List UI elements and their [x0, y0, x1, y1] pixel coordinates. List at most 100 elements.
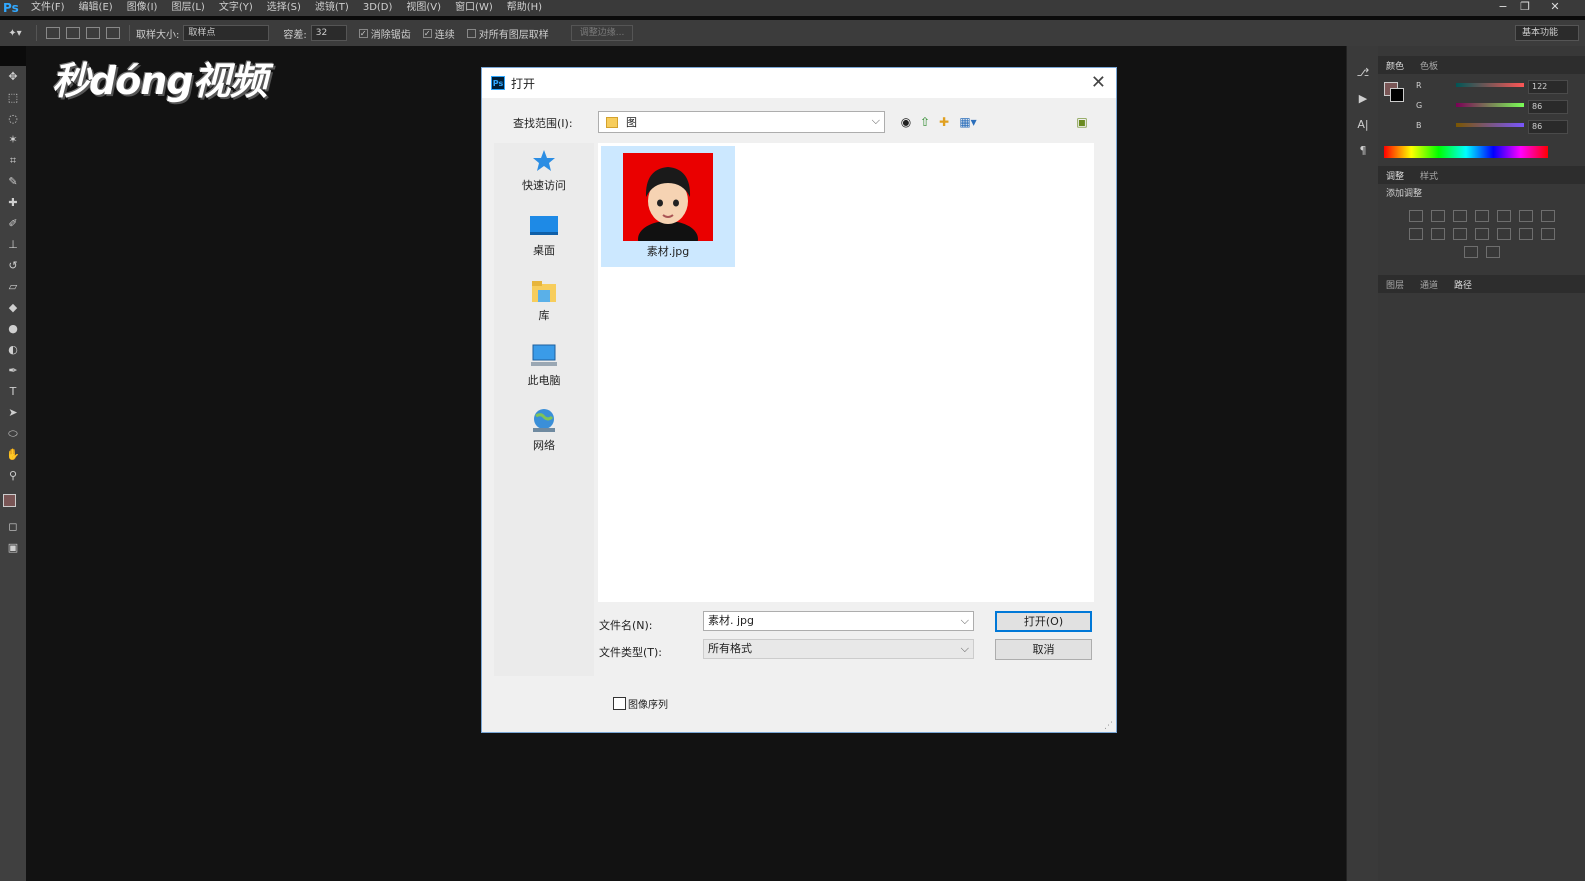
threshold-icon[interactable]: [1540, 228, 1555, 240]
tab-color[interactable]: 颜色: [1378, 59, 1412, 72]
look-in-select[interactable]: 图 ⌵: [598, 111, 885, 133]
tab-layers[interactable]: 图层: [1378, 278, 1412, 291]
mixer-icon[interactable]: [1452, 228, 1467, 240]
camera-raw-icon[interactable]: ▣: [1074, 114, 1090, 130]
tab-channels[interactable]: 通道: [1412, 278, 1446, 291]
chevron-down-icon[interactable]: ⌵: [961, 612, 969, 630]
pen-tool-icon[interactable]: ✒: [0, 360, 26, 381]
blue-slider[interactable]: [1456, 123, 1524, 127]
place-network[interactable]: 网络: [494, 408, 594, 468]
move-tool-icon[interactable]: ✥: [0, 66, 26, 87]
stamp-tool-icon[interactable]: ⊥: [0, 234, 26, 255]
shape-tool-icon[interactable]: ⬭: [0, 423, 26, 444]
marquee-tool-icon[interactable]: ⬚: [0, 87, 26, 108]
add-selection-icon[interactable]: [66, 27, 80, 39]
subtract-selection-icon[interactable]: [86, 27, 100, 39]
contiguous-checkbox[interactable]: ✓ 连续: [422, 26, 455, 41]
view-menu-icon[interactable]: ▦▾: [956, 114, 980, 130]
tab-paths[interactable]: 路径: [1446, 278, 1480, 291]
history-brush-icon[interactable]: ↺: [0, 255, 26, 276]
vibrance-icon[interactable]: [1496, 210, 1511, 222]
posterize-icon[interactable]: [1518, 228, 1533, 240]
place-this-pc[interactable]: 此电脑: [494, 343, 594, 403]
place-desktop[interactable]: 桌面: [494, 213, 594, 273]
menu-view[interactable]: 视图(V): [399, 0, 448, 16]
hue-icon[interactable]: [1518, 210, 1533, 222]
intersect-selection-icon[interactable]: [106, 27, 120, 39]
file-item[interactable]: 素材.jpg: [601, 146, 735, 267]
photo-filter-icon[interactable]: [1430, 228, 1445, 240]
balance-icon[interactable]: [1540, 210, 1555, 222]
place-quick-access[interactable]: 快速访问: [494, 148, 594, 208]
bw-icon[interactable]: [1408, 228, 1423, 240]
restore-icon[interactable]: ❐: [1514, 0, 1536, 16]
red-value[interactable]: 122: [1528, 80, 1568, 94]
screen-mode-icon[interactable]: ▣: [0, 537, 26, 558]
color-spectrum[interactable]: [1384, 146, 1548, 158]
green-slider[interactable]: [1456, 103, 1524, 107]
tab-styles[interactable]: 样式: [1412, 169, 1446, 182]
cancel-button[interactable]: 取消: [995, 639, 1092, 660]
magic-wand-icon[interactable]: ✦▾: [0, 28, 30, 39]
menu-file[interactable]: 文件(F): [24, 0, 72, 16]
tab-adjustments[interactable]: 调整: [1378, 169, 1412, 182]
curves-icon[interactable]: [1452, 210, 1467, 222]
eraser-tool-icon[interactable]: ▱: [0, 276, 26, 297]
color-swatches[interactable]: [0, 486, 26, 516]
lasso-tool-icon[interactable]: ◌: [0, 108, 26, 129]
menu-3d[interactable]: 3D(D): [356, 0, 400, 16]
magic-wand-tool-icon[interactable]: ✶: [0, 129, 26, 150]
tab-swatches[interactable]: 色板: [1412, 59, 1446, 72]
path-select-icon[interactable]: ➤: [0, 402, 26, 423]
new-folder-icon[interactable]: ✚: [936, 114, 952, 130]
back-icon[interactable]: ◉: [898, 114, 914, 130]
character-panel-icon[interactable]: A|: [1347, 112, 1379, 138]
menu-layer[interactable]: 图层(L): [164, 0, 211, 16]
brightness-icon[interactable]: [1408, 210, 1423, 222]
crop-tool-icon[interactable]: ⌗: [0, 150, 26, 171]
blur-tool-icon[interactable]: ●: [0, 318, 26, 339]
history-panel-icon[interactable]: ⎇: [1347, 60, 1379, 86]
zoom-tool-icon[interactable]: ⚲: [0, 465, 26, 486]
open-button[interactable]: 打开(O): [995, 611, 1092, 632]
hand-tool-icon[interactable]: ✋: [0, 444, 26, 465]
resize-grip-icon[interactable]: ⋰: [1104, 721, 1113, 731]
foreground-color-swatch[interactable]: [3, 494, 16, 507]
blue-value[interactable]: 86: [1528, 120, 1568, 134]
sample-all-layers-checkbox[interactable]: 对所有图层取样: [466, 26, 549, 41]
up-folder-icon[interactable]: ⇧: [917, 114, 933, 130]
invert-icon[interactable]: [1496, 228, 1511, 240]
actions-panel-icon[interactable]: ▶: [1347, 86, 1379, 112]
menu-help[interactable]: 帮助(H): [500, 0, 549, 16]
place-library[interactable]: 库: [494, 278, 594, 338]
gradient-map-icon[interactable]: [1463, 246, 1478, 258]
background-color-chip[interactable]: [1390, 88, 1404, 102]
menu-select[interactable]: 选择(S): [260, 0, 308, 16]
refine-edge-button[interactable]: 调整边缘...: [570, 25, 634, 41]
red-slider[interactable]: [1456, 83, 1524, 87]
filename-input[interactable]: 素材. jpg ⌵: [703, 611, 974, 631]
type-tool-icon[interactable]: T: [0, 381, 26, 402]
tolerance-input[interactable]: 32: [310, 25, 347, 41]
image-sequence-checkbox[interactable]: 图像序列: [613, 696, 668, 711]
close-icon[interactable]: ✕: [1091, 72, 1106, 93]
minimize-icon[interactable]: −: [1492, 0, 1514, 16]
dodge-tool-icon[interactable]: ◐: [0, 339, 26, 360]
menu-window[interactable]: 窗口(W): [448, 0, 500, 16]
menu-type[interactable]: 文字(Y): [212, 0, 260, 16]
exposure-icon[interactable]: [1474, 210, 1489, 222]
eyedropper-tool-icon[interactable]: ✎: [0, 171, 26, 192]
sample-size-select[interactable]: 取样点: [183, 25, 270, 41]
quick-mask-icon[interactable]: ◻: [0, 516, 26, 537]
lookup-icon[interactable]: [1474, 228, 1489, 240]
selective-color-icon[interactable]: [1485, 246, 1500, 258]
paragraph-panel-icon[interactable]: ¶: [1347, 138, 1379, 164]
workspace-select[interactable]: 基本功能: [1514, 25, 1579, 41]
new-selection-icon[interactable]: [46, 27, 60, 39]
close-icon[interactable]: ✕: [1544, 0, 1566, 16]
filetype-select[interactable]: 所有格式 ⌵: [703, 639, 974, 659]
brush-tool-icon[interactable]: ✐: [0, 213, 26, 234]
antialias-checkbox[interactable]: ✓ 消除锯齿: [358, 26, 411, 41]
paint-bucket-icon[interactable]: ◆: [0, 297, 26, 318]
green-value[interactable]: 86: [1528, 100, 1568, 114]
